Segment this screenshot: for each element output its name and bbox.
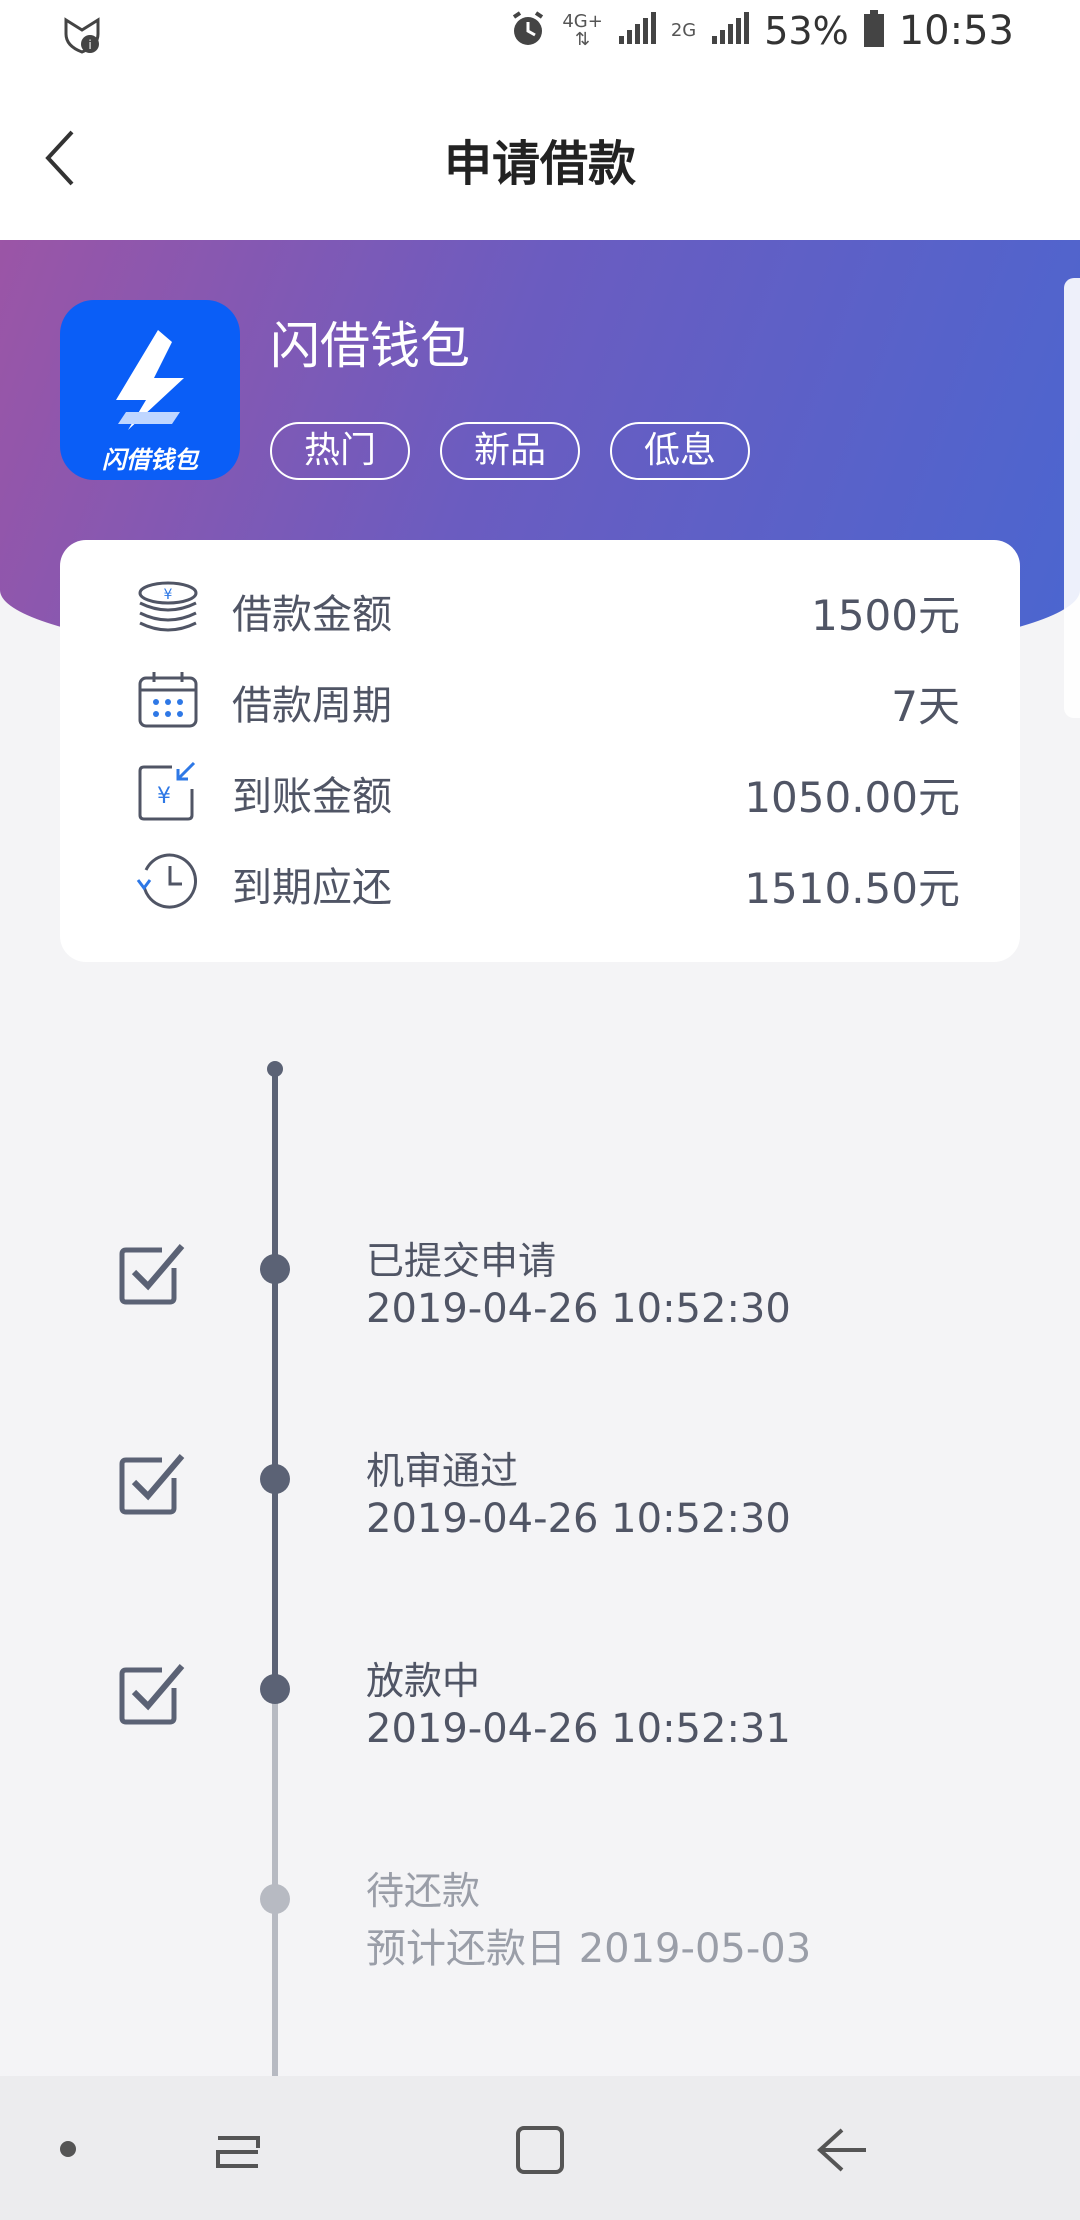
timeline-step-pending: 待还款 预计还款日 2019-05-03: [0, 1860, 1080, 1990]
loan-amount-row: ¥ 借款金额 1500元: [60, 572, 1020, 642]
svg-text:i: i: [88, 38, 91, 52]
money-received-icon: ¥: [136, 759, 200, 823]
due-amount-row: 到期应还 1510.50元: [60, 845, 1020, 915]
due-clock-icon: [136, 850, 200, 914]
svg-text:¥: ¥: [164, 587, 173, 603]
product-name: 闪借钱包: [270, 317, 470, 375]
clock: 10:53: [898, 8, 1014, 54]
signal-icon: [617, 12, 657, 50]
received-amount-row: ¥ 到账金额 1050.00元: [60, 754, 1020, 824]
step-time: 预计还款日 2019-05-03: [366, 1926, 812, 1972]
checkbox-checked-icon: [118, 1238, 188, 1306]
home-icon: [516, 2126, 564, 2174]
timeline-start-dot: [267, 1061, 283, 1077]
checkbox-checked-icon: [118, 1658, 188, 1726]
side-scroll-tab[interactable]: [1064, 278, 1080, 718]
due-amount-label: 到期应还: [232, 865, 392, 911]
step-time: 2019-04-26 10:52:30: [366, 1286, 791, 1332]
loan-info-card: ¥ 借款金额 1500元 借款周期 7天 ¥ 到账金额 1050.00元 到期应…: [60, 540, 1020, 962]
timeline-step: 机审通过 2019-04-26 10:52:30: [0, 1440, 1080, 1570]
status-bar: i 4G+ ⇅ 2G 53% 10:53: [0, 0, 1080, 74]
step-time: 2019-04-26 10:52:31: [366, 1706, 791, 1752]
nav-back-button[interactable]: [812, 2120, 872, 2180]
loan-period-row: 借款周期 7天: [60, 663, 1020, 733]
product-logo: 闪借钱包: [60, 300, 240, 480]
coins-icon: ¥: [136, 577, 200, 641]
signal-2-icon: [710, 12, 750, 50]
battery-percent: 53%: [764, 9, 849, 53]
back-arrow-icon: [817, 2128, 866, 2172]
received-amount-label: 到账金额: [232, 774, 392, 820]
product-tags: 热门 新品 低息: [270, 422, 750, 480]
timeline-dot: [260, 1674, 290, 1704]
shield-notification-icon: i: [62, 16, 102, 60]
tag-low-interest: 低息: [610, 422, 750, 480]
timeline-dot: [260, 1254, 290, 1284]
step-title: 已提交申请: [366, 1239, 557, 1283]
system-nav-bar: [0, 2076, 1080, 2220]
loan-period-value: 7天: [891, 682, 960, 731]
tag-new: 新品: [440, 422, 580, 480]
timeline-dot: [260, 1464, 290, 1494]
checkbox-checked-icon: [118, 1448, 188, 1516]
home-button[interactable]: [510, 2120, 570, 2180]
timeline-line-complete: [272, 1068, 278, 1698]
timeline-dot: [260, 1884, 290, 1914]
battery-icon: [863, 10, 885, 52]
due-amount-value: 1510.50元: [744, 864, 960, 913]
timeline-step: 放款中 2019-04-26 10:52:31: [0, 1650, 1080, 1780]
received-amount-value: 1050.00元: [744, 773, 960, 822]
calendar-icon: [136, 668, 200, 732]
step-title: 机审通过: [366, 1449, 519, 1493]
loan-amount-label: 借款金额: [232, 592, 392, 638]
step-title: 放款中: [366, 1659, 481, 1703]
tag-hot: 热门: [270, 422, 410, 480]
alarm-icon: [508, 9, 548, 53]
nav-dot-icon: [60, 2141, 76, 2157]
step-title: 待还款: [366, 1869, 481, 1913]
loan-amount-value: 1500元: [811, 591, 960, 640]
network-2g-indicator: 2G: [670, 20, 697, 41]
recent-apps-button[interactable]: [208, 2120, 268, 2180]
step-time: 2019-04-26 10:52:30: [366, 1496, 791, 1542]
svg-text:¥: ¥: [157, 784, 171, 809]
logo-text: 闪借钱包: [102, 446, 198, 474]
app-header: 申请借款: [0, 74, 1080, 240]
recent-apps-icon: [216, 2136, 260, 2168]
timeline-step: 已提交申请 2019-04-26 10:52:30: [0, 1230, 1080, 1360]
page-title: 申请借款: [443, 136, 636, 192]
network-4g-indicator: 4G+ ⇅: [562, 11, 603, 50]
loan-period-label: 借款周期: [232, 683, 392, 729]
